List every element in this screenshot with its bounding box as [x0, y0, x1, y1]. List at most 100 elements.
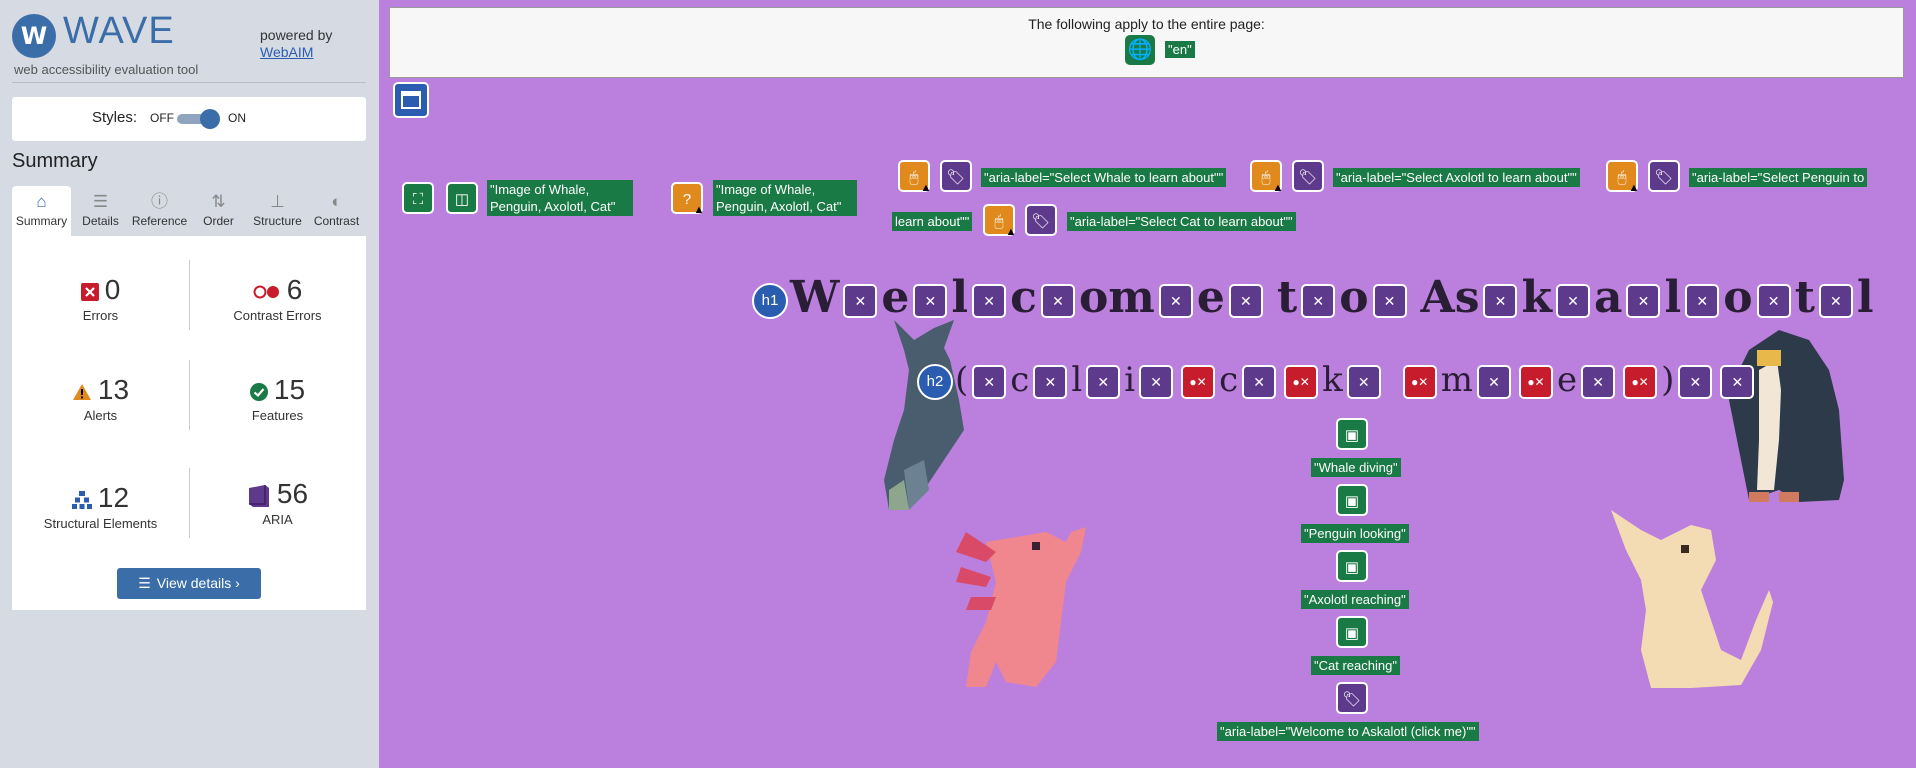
contrast-error-icon[interactable]: ●✕: [1623, 365, 1658, 399]
contrast-error-icon[interactable]: ●✕: [1284, 365, 1319, 399]
aria-label-tag-icon[interactable]: 🏷: [1292, 160, 1324, 192]
feature-check-icon: [249, 382, 268, 401]
errors-stat: 0 Errors: [12, 274, 189, 323]
aria-label-tag-icon[interactable]: 🏷: [1025, 204, 1057, 236]
aria-label-penguin-cont: learn about"": [892, 212, 973, 231]
aria-hidden-icon[interactable]: ✕: [1033, 365, 1068, 399]
language-label: "en": [1165, 41, 1195, 58]
heading-char: o: [1339, 272, 1369, 323]
contrast-error-icon[interactable]: ●✕: [1402, 365, 1437, 399]
image-area-icon[interactable]: ◫: [446, 182, 478, 214]
image-alt-icon[interactable]: ▣: [1336, 484, 1368, 516]
view-details-button[interactable]: ☰ View details ›: [117, 568, 261, 599]
aria-hidden-icon[interactable]: ✕: [1483, 283, 1518, 318]
aria-hidden-icon[interactable]: ✕: [1678, 365, 1713, 399]
aria-hidden-icon[interactable]: ✕: [1476, 365, 1511, 399]
tab-summary[interactable]: ⌂ Summary: [12, 186, 71, 236]
aria-icon: [248, 484, 269, 507]
contrast-errors-label: Contrast Errors: [233, 308, 322, 323]
styles-on-label: ON: [228, 111, 246, 125]
heading-char: t: [1794, 272, 1815, 323]
aria-hidden-icon[interactable]: ✕: [1040, 283, 1075, 318]
alert-badge-icon: ▲: [920, 182, 932, 194]
aria-hidden-icon[interactable]: ✕: [1756, 283, 1791, 318]
styles-label: Styles:: [92, 109, 138, 126]
heading-char: l: [951, 272, 969, 323]
heading-char: a: [1593, 272, 1623, 323]
list-icon: ☰: [92, 192, 109, 211]
tab-reference[interactable]: ⓘ Reference: [130, 186, 189, 236]
wave-sidebar: W WAVE web accessibility evaluation tool…: [0, 0, 379, 768]
image-map-icon[interactable]: ⛶: [402, 182, 434, 214]
image-alt-label-1: "Image of Whale, Penguin, Axolotl, Cat": [487, 180, 633, 216]
heading-char: l: [1664, 272, 1682, 323]
alerts-label: Alerts: [83, 408, 118, 423]
aria-label-axolotl: "aria-label="Select Axolotl to learn abo…: [1333, 168, 1580, 187]
aria-hidden-icon[interactable]: ✕: [913, 283, 948, 318]
styles-off-label: OFF: [150, 111, 174, 125]
aria-hidden-icon[interactable]: ✕: [1158, 283, 1193, 318]
aria-label-tag-icon[interactable]: 🏷: [1336, 682, 1368, 714]
aria-hidden-icon[interactable]: ✕: [1139, 365, 1174, 399]
alert-badge-icon: ▲: [1005, 226, 1017, 238]
aria-hidden-icon[interactable]: ✕: [1346, 365, 1381, 399]
aria-label-tag-icon[interactable]: 🏷: [940, 160, 972, 192]
toggle-knob: [200, 109, 220, 129]
alt-text-axolotl: "Axolotl reaching": [1301, 590, 1409, 609]
list-icon: ☰: [138, 575, 151, 591]
aria-hidden-icon[interactable]: ✕: [1720, 365, 1755, 399]
panel-tabs: ⌂ Summary ☰ Details ⓘ Reference ⇅ Order …: [12, 186, 366, 236]
aria-hidden-icon[interactable]: ✕: [1581, 365, 1616, 399]
sidebar-divider: [12, 82, 366, 83]
aria-hidden-icon[interactable]: ✕: [843, 283, 878, 318]
contrast-error-icon[interactable]: ●✕: [1181, 365, 1216, 399]
alt-text-whale: "Whale diving": [1311, 458, 1401, 477]
contrast-error-icon[interactable]: ●✕: [1518, 365, 1553, 399]
h1-badge-icon[interactable]: h1: [752, 282, 788, 319]
wave-logo-icon: W: [12, 14, 56, 58]
aria-hidden-icon[interactable]: ✕: [1242, 365, 1277, 399]
aria-hidden-icon[interactable]: ✕: [1555, 283, 1590, 318]
aria-hidden-icon[interactable]: ✕: [1301, 283, 1336, 318]
aria-hidden-icon[interactable]: ✕: [1086, 365, 1121, 399]
aria-hidden-icon[interactable]: ✕: [972, 365, 1007, 399]
aria-hidden-icon[interactable]: ✕: [1685, 283, 1720, 318]
aria-label-tag-icon[interactable]: 🏷: [1648, 160, 1680, 192]
styles-toggle-switch[interactable]: [177, 109, 220, 129]
aria-label-welcome: "aria-label="Welcome to Askalotl (click …: [1217, 722, 1479, 741]
order-icon: ⇅: [211, 192, 226, 211]
image-alt-icon[interactable]: ▣: [1336, 418, 1368, 450]
structural-count: 12: [97, 482, 130, 513]
image-alt-icon[interactable]: ▣: [1336, 550, 1368, 582]
image-alt-icon[interactable]: ▣: [1336, 616, 1368, 648]
axolotl-image: [956, 527, 1086, 687]
page-level-notice: The following apply to the entire page: …: [389, 7, 1904, 78]
aria-hidden-icon[interactable]: ✕: [1372, 283, 1407, 318]
aria-hidden-icon[interactable]: ✕: [1818, 283, 1853, 318]
aria-hidden-icon[interactable]: ✕: [972, 283, 1007, 318]
heading-char: o: [1723, 272, 1753, 323]
styles-toggle-card: Styles: OFF ON: [12, 97, 366, 141]
summary-panel: 0 Errors 6 Contrast Errors 13 Alerts 15 …: [12, 236, 366, 610]
aria-label-whale: "aria-label="Select Whale to learn about…: [981, 168, 1227, 187]
tab-structure[interactable]: ⊥ Structure: [248, 186, 307, 236]
heading-char: c: [1010, 272, 1037, 323]
h2-badge-icon[interactable]: h2: [917, 364, 953, 400]
aria-hidden-icon[interactable]: ✕: [1228, 283, 1263, 318]
whale-image: [884, 320, 964, 510]
aria-stat: 56 ARIA: [189, 478, 366, 527]
region-icon[interactable]: [393, 82, 429, 118]
heading-char: c: [1219, 360, 1239, 400]
tab-summary-label: Summary: [15, 214, 68, 228]
webaim-link[interactable]: WebAIM: [260, 44, 313, 60]
aria-hidden-icon[interactable]: ✕: [1626, 283, 1661, 318]
language-icon[interactable]: 🌐: [1125, 35, 1155, 65]
error-icon: [80, 282, 99, 301]
tab-details[interactable]: ☰ Details: [71, 186, 130, 236]
heading-char: e: [881, 272, 910, 323]
heading-char: k: [1322, 360, 1343, 400]
aria-label-cat: "aria-label="Select Cat to learn about"": [1067, 212, 1296, 231]
tab-order[interactable]: ⇅ Order: [189, 186, 248, 236]
alert-badge-icon: ▲: [1628, 182, 1640, 194]
tab-contrast[interactable]: ◐ Contrast: [307, 186, 366, 236]
